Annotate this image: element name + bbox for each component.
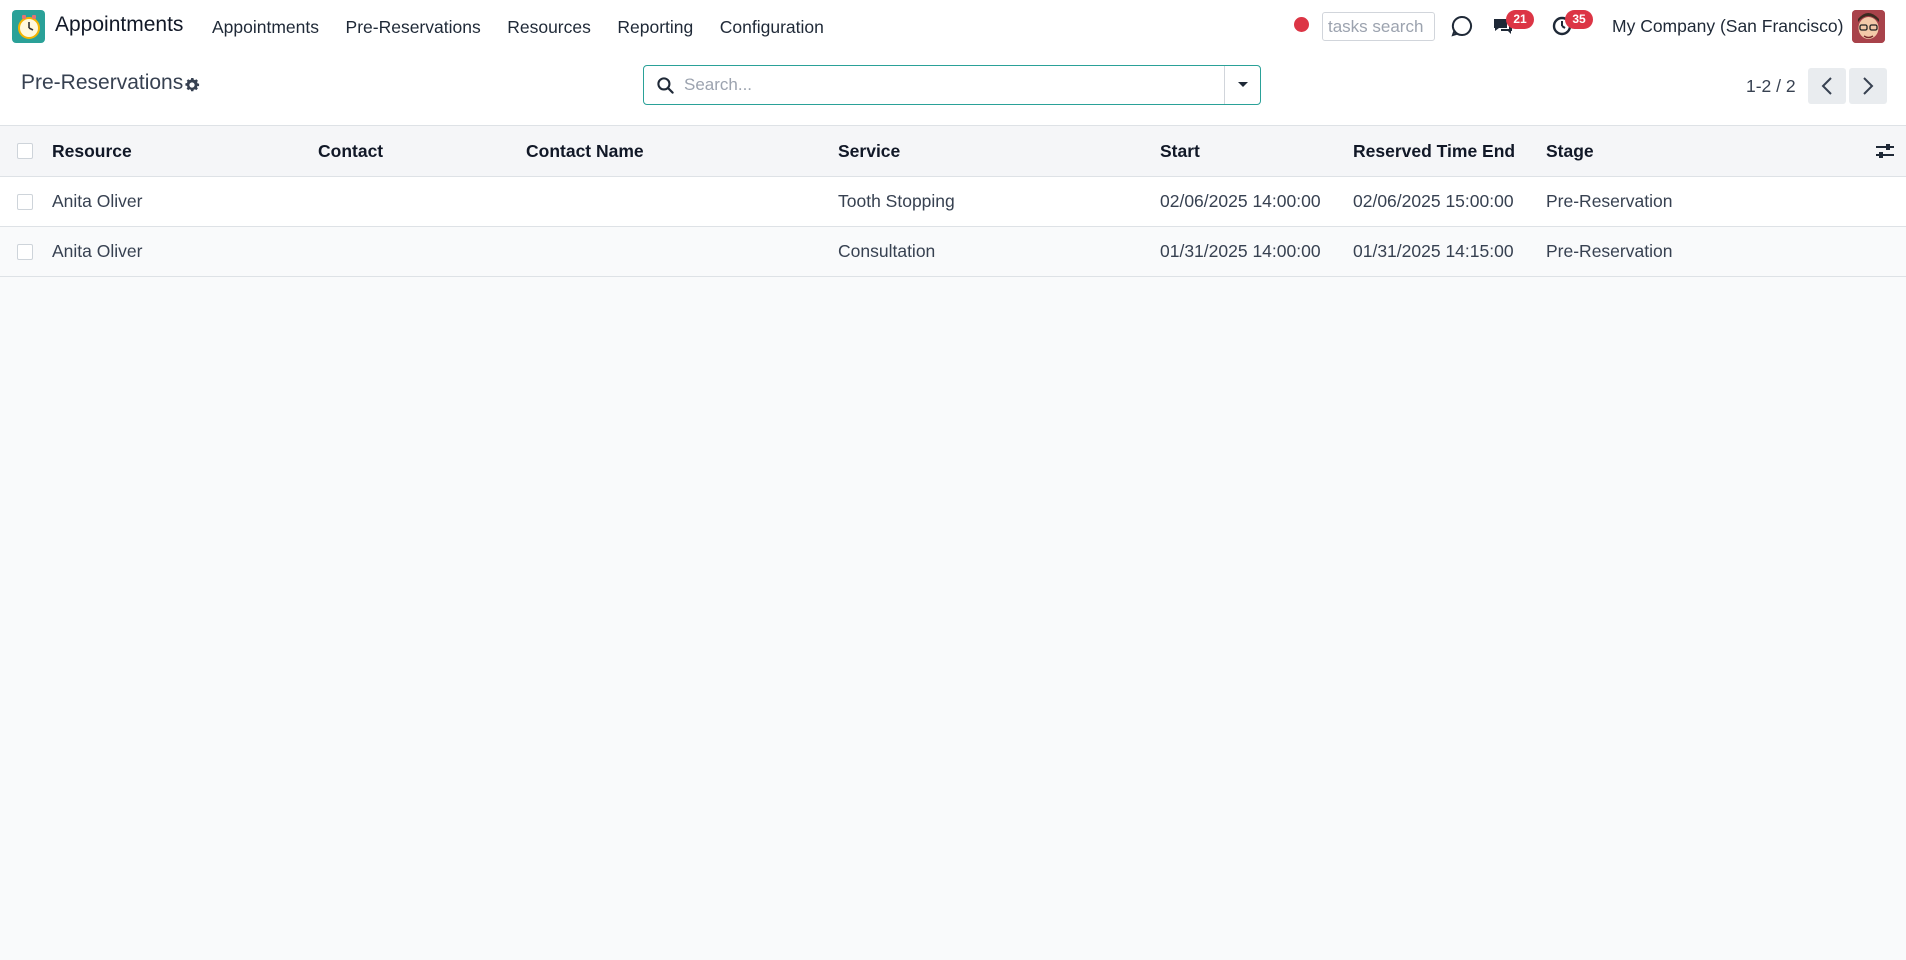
cell-stage: Pre-Reservation xyxy=(1546,241,1673,261)
main-menu: Appointments Pre-Reservations Resources … xyxy=(212,0,850,54)
search-bar xyxy=(643,65,1261,105)
top-navbar: Appointments Appointments Pre-Reservatio… xyxy=(0,0,1906,54)
cell-service: Tooth Stopping xyxy=(838,191,955,211)
messages-badge: 21 xyxy=(1506,10,1534,29)
chevron-right-icon xyxy=(1863,77,1874,95)
pager-next-button[interactable] xyxy=(1849,68,1887,104)
column-header-contact-name[interactable]: Contact Name xyxy=(526,126,644,176)
caret-down-icon xyxy=(1237,82,1248,87)
tasks-search-input[interactable] xyxy=(1322,12,1435,41)
cell-service: Consultation xyxy=(838,241,936,261)
chevron-left-icon xyxy=(1821,77,1832,95)
cell-resource: Anita Oliver xyxy=(52,241,143,261)
pager-previous-button[interactable] xyxy=(1808,68,1846,104)
control-panel: Pre-Reservations 1-2 / 2 xyxy=(0,54,1906,126)
table-row[interactable]: Anita Oliver Consultation 01/31/2025 14:… xyxy=(0,227,1906,277)
avatar[interactable] xyxy=(1852,10,1885,43)
table-header: Resource Contact Contact Name Service St… xyxy=(0,126,1906,177)
menu-item-pre-reservations[interactable]: Pre-Reservations xyxy=(346,17,481,38)
row-checkbox[interactable] xyxy=(17,193,33,210)
app-name[interactable]: Appointments xyxy=(55,13,183,37)
menu-item-appointments[interactable]: Appointments xyxy=(212,17,319,38)
column-header-stage[interactable]: Stage xyxy=(1546,126,1594,176)
menu-item-reporting[interactable]: Reporting xyxy=(617,17,693,38)
optional-columns-icon[interactable] xyxy=(1875,142,1895,160)
company-switcher[interactable]: My Company (San Francisco) xyxy=(1612,16,1843,37)
chat-bubble-icon[interactable] xyxy=(1450,14,1474,38)
cell-stage: Pre-Reservation xyxy=(1546,191,1673,211)
search-input[interactable] xyxy=(684,71,1204,99)
cell-start: 01/31/2025 14:00:00 xyxy=(1160,241,1321,261)
search-icon xyxy=(657,77,674,94)
search-options-toggle[interactable] xyxy=(1224,66,1260,104)
column-header-service[interactable]: Service xyxy=(838,126,900,176)
column-header-resource[interactable]: Resource xyxy=(52,126,132,176)
column-header-start[interactable]: Start xyxy=(1160,126,1200,176)
cell-reserved-time-end: 01/31/2025 14:15:00 xyxy=(1353,241,1514,261)
cell-resource: Anita Oliver xyxy=(52,191,143,211)
select-all-checkbox[interactable] xyxy=(17,143,33,159)
gear-icon[interactable] xyxy=(183,76,201,94)
table-row[interactable]: Anita Oliver Tooth Stopping 02/06/2025 1… xyxy=(0,177,1906,227)
cell-reserved-time-end: 02/06/2025 15:00:00 xyxy=(1353,191,1514,211)
activities-badge: 35 xyxy=(1565,10,1593,29)
cell-start: 02/06/2025 14:00:00 xyxy=(1160,191,1321,211)
menu-item-configuration[interactable]: Configuration xyxy=(720,17,824,38)
pager-value[interactable]: 1-2 / 2 xyxy=(1746,76,1796,97)
app-logo-icon[interactable] xyxy=(12,10,45,43)
column-header-contact[interactable]: Contact xyxy=(318,126,383,176)
menu-item-resources[interactable]: Resources xyxy=(507,17,591,38)
record-dot-icon[interactable] xyxy=(1294,17,1309,32)
column-header-reserved-time-end[interactable]: Reserved Time End xyxy=(1353,126,1515,176)
page-title: Pre-Reservations xyxy=(21,71,184,94)
row-checkbox[interactable] xyxy=(17,243,33,260)
